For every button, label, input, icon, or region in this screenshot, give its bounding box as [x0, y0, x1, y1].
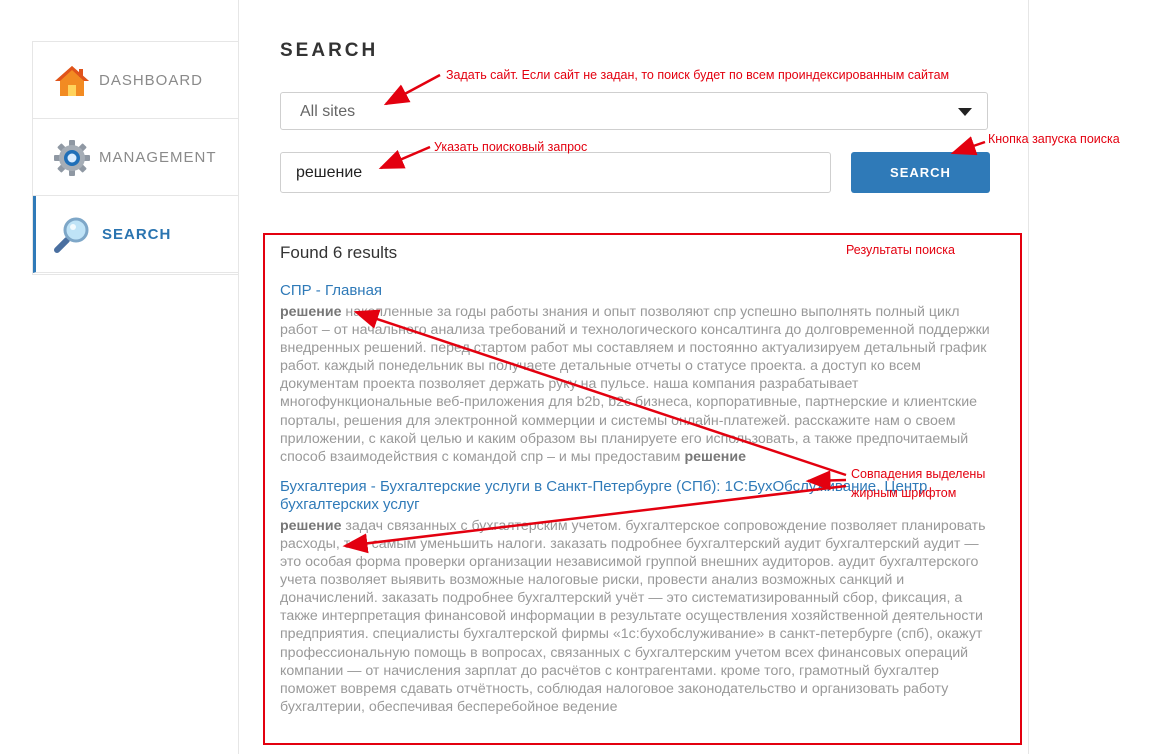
snippet-text: накопленные за годы работы знания и опыт…: [280, 304, 990, 465]
search-panel: SEARCH All sites SEARCH Found 6 results …: [238, 0, 1029, 754]
annotation-bold-1: Совпадения выделены: [851, 467, 986, 481]
sidebar-item-management[interactable]: MANAGEMENT: [33, 119, 238, 196]
annotation-query: Указать поисковый запрос: [434, 140, 588, 154]
match-highlight: решение: [280, 517, 342, 534]
house-icon: [55, 66, 89, 96]
magnifier-icon: [54, 217, 89, 253]
page-title: SEARCH: [280, 40, 379, 61]
annotation-site: Задать сайт. Если сайт не задан, то поис…: [446, 68, 950, 82]
list-item: СПР - Главная решение накопленные за год…: [280, 282, 992, 466]
gear-icon: [54, 140, 90, 176]
match-highlight: решение: [684, 448, 746, 465]
site-select[interactable]: All sites: [280, 92, 988, 130]
annotation-bold-2: жирным шрифтом: [851, 486, 957, 500]
sidebar: DASHBOARD MANAGEMENT SEARCH: [32, 41, 238, 275]
snippet-text: задач связанных с бухгалтерским учетом. …: [280, 517, 986, 715]
list-item: Бухгалтерия - Бухгалтерские услуги в Сан…: [280, 478, 992, 716]
sidebar-item-dashboard[interactable]: DASHBOARD: [33, 42, 238, 119]
annotation-results: Результаты поиска: [846, 243, 955, 257]
sidebar-item-label: MANAGEMENT: [99, 149, 217, 166]
sidebar-item-label: SEARCH: [102, 226, 172, 243]
match-highlight: решение: [280, 304, 342, 320]
results-list: СПР - Главная решение накопленные за год…: [280, 282, 992, 728]
search-button[interactable]: SEARCH: [851, 152, 990, 193]
annotation-button: Кнопка запуска поиска: [988, 132, 1120, 146]
result-title-link[interactable]: СПР - Главная: [280, 282, 992, 300]
sidebar-item-search[interactable]: SEARCH: [33, 196, 238, 273]
search-input[interactable]: [280, 152, 831, 193]
site-select-value: All sites: [300, 103, 356, 120]
chevron-down-icon: [958, 108, 972, 116]
result-snippet: решение накопленные за годы работы знани…: [280, 303, 992, 466]
results-count: Found 6 results: [280, 243, 398, 262]
result-snippet: решение задач связанных с бухгалтерским …: [280, 517, 992, 716]
sidebar-item-label: DASHBOARD: [99, 72, 204, 89]
